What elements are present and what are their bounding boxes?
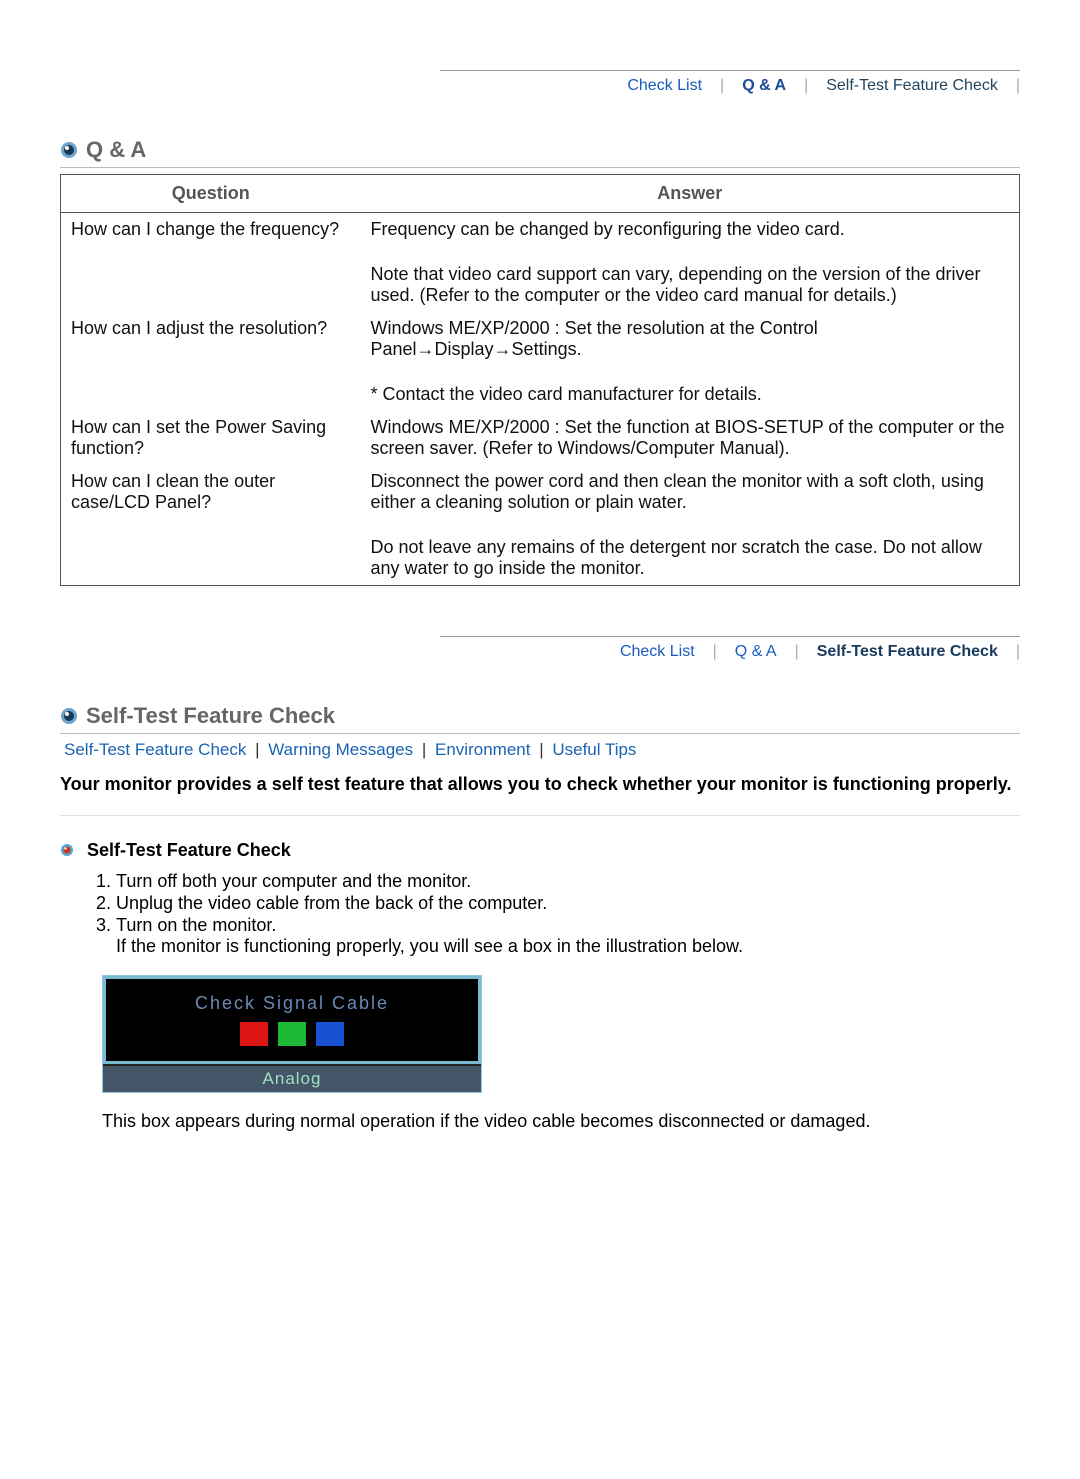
illustration-mode: Analog <box>103 1064 481 1092</box>
step-text: If the monitor is functioning properly, … <box>116 936 743 956</box>
sublink-selftest[interactable]: Self-Test Feature Check <box>60 740 250 759</box>
link-separator: | <box>422 740 426 759</box>
blue-square-icon <box>316 1022 344 1046</box>
qa-question: How can I adjust the resolution? <box>61 312 361 411</box>
qa-answer: Frequency can be changed by reconfigurin… <box>361 213 1020 247</box>
tab-check-list[interactable]: Check List <box>602 641 713 663</box>
qa-answer: Windows ME/XP/2000 : Set the resolution … <box>361 312 1020 366</box>
selftest-subheading-text: Self-Test Feature Check <box>87 840 291 860</box>
step-text: Turn on the monitor. <box>116 915 276 935</box>
after-illustration-text: This box appears during normal operation… <box>102 1111 1020 1132</box>
qa-question: How can I clean the outer case/LCD Panel… <box>61 465 361 586</box>
link-separator: | <box>255 740 259 759</box>
tab-separator: | <box>1016 77 1020 95</box>
sublink-tips[interactable]: Useful Tips <box>548 740 640 759</box>
list-item: Turn on the monitor. If the monitor is f… <box>116 915 1020 957</box>
qa-answer: Note that video card support can vary, d… <box>361 258 1020 312</box>
red-square-icon <box>240 1022 268 1046</box>
section-title-selftest: Self-Test Feature Check <box>86 703 335 729</box>
tab-check-list[interactable]: Check List <box>609 75 720 97</box>
tab-separator: | <box>1016 643 1020 661</box>
sublink-environment[interactable]: Environment <box>431 740 534 759</box>
bullet-small-icon <box>60 841 74 855</box>
link-separator: | <box>539 740 543 759</box>
illustration-top: Check Signal Cable <box>103 976 481 1064</box>
selftest-subheading: Self-Test Feature Check <box>60 840 1020 861</box>
list-item: Unplug the video cable from the back of … <box>116 893 1020 914</box>
rgb-indicator <box>106 1022 478 1051</box>
section-head-qa: Q & A <box>60 137 1020 168</box>
signal-cable-illustration: Check Signal Cable Analog <box>102 975 482 1093</box>
qa-answer: * Contact the video card manufacturer fo… <box>361 378 1020 411</box>
qa-head-question: Question <box>61 175 361 213</box>
qa-question: How can I change the frequency? <box>61 213 361 313</box>
section-title-qa: Q & A <box>86 137 146 163</box>
sublinks: Self-Test Feature Check | Warning Messag… <box>60 740 1020 760</box>
selftest-intro: Your monitor provides a self test featur… <box>60 774 1020 795</box>
tab-selftest[interactable]: Self-Test Feature Check <box>799 641 1016 663</box>
tab-qa[interactable]: Q & A <box>717 641 795 663</box>
selftest-steps: Turn off both your computer and the moni… <box>60 871 1020 957</box>
qa-head-answer: Answer <box>361 175 1020 213</box>
tab-bar-1: Check List | Q & A | Self-Test Feature C… <box>440 70 1020 97</box>
section-head-selftest: Self-Test Feature Check <box>60 703 1020 734</box>
bullet-icon <box>60 141 78 159</box>
qa-answer: Windows ME/XP/2000 : Set the function at… <box>361 411 1020 465</box>
qa-question: How can I set the Power Saving function? <box>61 411 361 465</box>
tab-selftest[interactable]: Self-Test Feature Check <box>808 75 1016 97</box>
tab-qa[interactable]: Q & A <box>724 75 804 97</box>
tab-bar-2: Check List | Q & A | Self-Test Feature C… <box>440 636 1020 663</box>
qa-answer: Do not leave any remains of the detergen… <box>361 531 1020 586</box>
list-item: Turn off both your computer and the moni… <box>116 871 1020 892</box>
bullet-icon <box>60 707 78 725</box>
divider <box>60 815 1020 816</box>
green-square-icon <box>278 1022 306 1046</box>
sublink-warning[interactable]: Warning Messages <box>264 740 417 759</box>
illustration-message: Check Signal Cable <box>106 993 478 1014</box>
qa-answer: Disconnect the power cord and then clean… <box>361 465 1020 519</box>
qa-table: Question Answer How can I change the fre… <box>60 174 1020 586</box>
